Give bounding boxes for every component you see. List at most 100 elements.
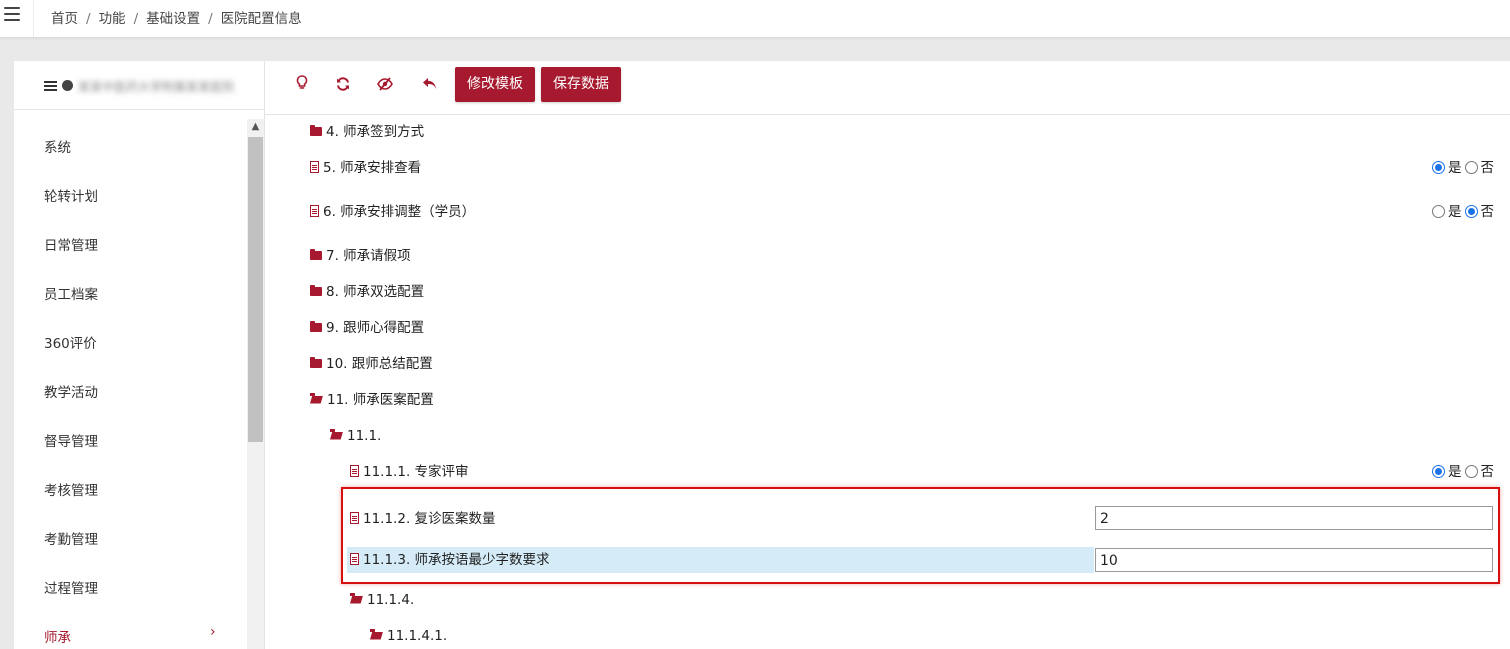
tree-node[interactable]: 9. 跟师心得配置 (310, 317, 424, 339)
tree-node[interactable]: 11.1.4. (350, 589, 414, 611)
tree-node[interactable]: 8. 师承双选配置 (310, 281, 424, 303)
radio-group: 是否 (1432, 157, 1494, 179)
scroll-up-arrow-icon[interactable]: ▲ (247, 119, 264, 135)
radio-yes[interactable] (1432, 160, 1445, 174)
org-name: 某某中医药大学附属某某医院 (78, 80, 235, 94)
tree-node-label: 11. 师承医案配置 (327, 392, 434, 408)
breadcrumb: 首页 / 功能 / 基础设置 / 医院配置信息 (51, 7, 302, 27)
sidebar-item-staff-files[interactable]: 员工档案 (44, 283, 98, 303)
tree-node-label: 6. 师承安排调整（学员） (323, 204, 476, 220)
radio-yes[interactable] (1432, 204, 1445, 218)
folder-open-icon (310, 392, 323, 404)
undo-icon[interactable] (419, 75, 441, 97)
tree-node-label: 11.1.1. 专家评审 (363, 464, 469, 480)
radio-no-label: 否 (1480, 160, 1495, 176)
sidebar-item-system[interactable]: 系统 (44, 136, 71, 156)
radio-no-label: 否 (1480, 464, 1495, 480)
file-icon (310, 205, 319, 217)
scrollbar-thumb[interactable] (248, 137, 263, 442)
tree-node-label: 11.1.4. (367, 592, 415, 608)
save-data-button[interactable]: 保存数据 (541, 67, 621, 102)
file-icon (310, 161, 319, 173)
radio-group: 是否 (1432, 461, 1494, 483)
sidebar: 某某中医药大学附属某某医院 系统 轮转计划 日常管理 员工档案 360评价 教学… (14, 61, 265, 649)
tree-node[interactable]: 11. 师承医案配置 (310, 389, 434, 411)
sidebar-item-attendance[interactable]: 考勤管理 (44, 528, 98, 548)
radio-yes[interactable] (1432, 464, 1445, 478)
radio-no[interactable] (1464, 160, 1478, 174)
breadcrumb-separator: / (208, 11, 213, 27)
tree-node-label: 8. 师承双选配置 (326, 284, 425, 300)
breadcrumb-hospital-config: 医院配置信息 (220, 11, 302, 27)
config-tree: 4. 师承签到方式 5. 师承安排查看 是否 6. 师承安排调整（学员） 是否 … (265, 115, 1510, 649)
tree-node-label: 5. 师承安排查看 (323, 160, 422, 176)
file-icon (350, 465, 359, 477)
folder-open-icon (350, 592, 363, 604)
breadcrumb-home[interactable]: 首页 (51, 11, 78, 27)
sidebar-item-process-management[interactable]: 过程管理 (44, 577, 98, 597)
modify-template-button[interactable]: 修改模板 (455, 67, 535, 102)
eye-slash-icon[interactable] (374, 75, 396, 97)
tree-node-label: 11.1.2. 复诊医案数量 (363, 511, 496, 527)
radio-yes-label: 是 (1448, 204, 1462, 220)
list-icon (44, 81, 57, 91)
tree-node-label: 9. 跟师心得配置 (326, 320, 425, 336)
sidebar-item-daily-management[interactable]: 日常管理 (44, 234, 98, 254)
file-icon (350, 553, 359, 565)
radio-yes-label: 是 (1448, 160, 1462, 176)
sidebar-item-360-evaluation[interactable]: 360评价 (44, 332, 97, 352)
folder-icon (310, 284, 322, 296)
tree-node[interactable]: 11.1. (330, 425, 381, 447)
tree-node: 11.1.3. 师承按语最少字数要求 (350, 549, 550, 571)
file-icon (350, 512, 359, 524)
tree-node-label: 7. 师承请假项 (326, 248, 411, 264)
sidebar-header: 某某中医药大学附属某某医院 (14, 61, 264, 110)
lightbulb-icon[interactable] (291, 75, 313, 97)
breadcrumb-function[interactable]: 功能 (99, 11, 126, 27)
refresh-icon[interactable] (332, 75, 354, 97)
tree-node: 5. 师承安排查看 (310, 157, 421, 179)
tree-node: 11.1.2. 复诊医案数量 (350, 508, 496, 530)
sidebar-item-teaching-activities[interactable]: 教学活动 (44, 381, 98, 401)
folder-icon (310, 320, 322, 332)
toolbar: 修改模板 保存数据 (265, 61, 1510, 115)
tree-node[interactable]: 7. 师承请假项 (310, 245, 411, 267)
top-bar: 首页 / 功能 / 基础设置 / 医院配置信息 (0, 0, 1510, 38)
sidebar-item-supervision[interactable]: 督导管理 (44, 430, 98, 450)
folder-icon (310, 356, 322, 368)
radio-no[interactable] (1464, 204, 1478, 218)
radio-yes-label: 是 (1448, 464, 1462, 480)
sidebar-item-rotation-plan[interactable]: 轮转计划 (44, 185, 98, 205)
breadcrumb-separator: / (86, 11, 91, 27)
folder-open-icon (370, 628, 383, 640)
org-logo (62, 80, 73, 91)
tree-node-label: 11.1.3. 师承按语最少字数要求 (363, 552, 550, 568)
radio-group: 是否 (1432, 201, 1494, 223)
tree-node: 6. 师承安排调整（学员） (310, 201, 475, 223)
tree-node-label: 10. 跟师总结配置 (326, 356, 433, 372)
breadcrumb-basic-settings[interactable]: 基础设置 (146, 11, 200, 27)
folder-icon (310, 248, 322, 260)
tree-node-label: 11.1.4.1. (387, 628, 448, 644)
tree-node: 11.1.1. 专家评审 (350, 461, 469, 483)
tree-node-label: 4. 师承签到方式 (326, 124, 425, 140)
revisit-case-count-input[interactable]: 2 (1095, 506, 1493, 530)
tree-node[interactable]: 10. 跟师总结配置 (310, 353, 433, 375)
sidebar-item-mentorship[interactable]: 师承 (44, 626, 71, 646)
sidebar-scrollbar[interactable]: ▲ (247, 119, 264, 649)
tree-node[interactable]: 11.1.4.1. (370, 625, 447, 647)
divider (33, 0, 34, 37)
menu-toggle-icon[interactable] (4, 7, 20, 21)
sidebar-item-assessment[interactable]: 考核管理 (44, 479, 98, 499)
min-word-count-input[interactable]: 10 (1095, 548, 1493, 572)
radio-no[interactable] (1464, 464, 1478, 478)
chevron-right-icon: › (210, 624, 216, 640)
breadcrumb-separator: / (133, 11, 139, 27)
main-panel: 修改模板 保存数据 4. 师承签到方式 5. 师承安排查看 是否 6. 师承安排… (265, 61, 1510, 649)
folder-icon (310, 124, 322, 136)
folder-open-icon (330, 428, 343, 440)
sidebar-menu: 系统 轮转计划 日常管理 员工档案 360评价 教学活动 督导管理 考核管理 考… (14, 110, 247, 649)
tree-node-label: 11.1. (347, 428, 382, 444)
radio-no-label: 否 (1480, 204, 1495, 220)
tree-node[interactable]: 4. 师承签到方式 (310, 121, 424, 143)
